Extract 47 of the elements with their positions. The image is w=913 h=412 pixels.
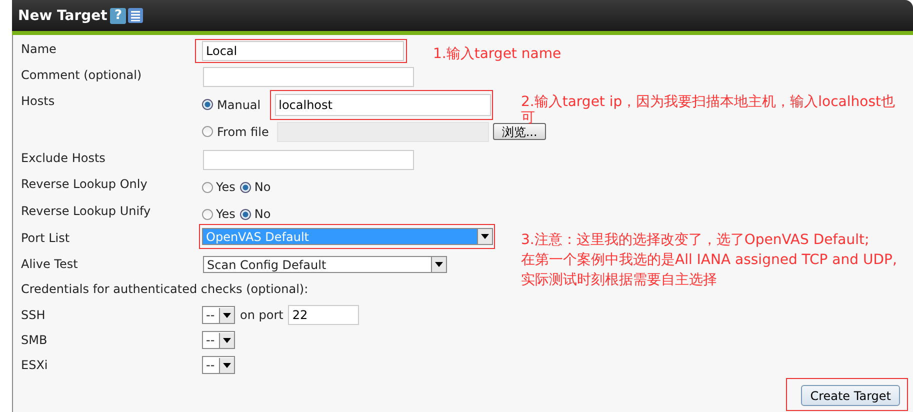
radio-button[interactable] [202, 126, 213, 137]
field-label: Alive Test [21, 256, 79, 271]
field-label: ESXi [21, 358, 49, 372]
field-label: SMB [21, 333, 48, 347]
caret-icon [223, 312, 231, 318]
list-icon[interactable] [128, 8, 144, 23]
field-label: Reverse Lookup Only [21, 176, 148, 191]
annotation-note: 3.注意：这里我的选择改变了，选了OpenVAS Default; 在第一个案例中我选的是All IANA assigned TCP and UDP, 实际测试时刻根据需要自主选择 [521, 231, 897, 290]
section-label: Credentials for authenticated checks (optional): [21, 281, 308, 296]
annotation-note: 1.输入target name [433, 45, 562, 64]
dropdown[interactable]: -- [202, 306, 235, 324]
dropdown[interactable]: Scan Config Default [203, 256, 447, 273]
field-label: Name [21, 41, 58, 56]
text-field[interactable] [203, 150, 414, 170]
dropdown[interactable]: -- [202, 331, 235, 349]
radio-label: From file [217, 124, 269, 138]
file-field[interactable] [276, 122, 489, 142]
field-label: Comment (optional) [21, 67, 143, 82]
radio-button[interactable] [240, 182, 252, 192]
radio-label: No [254, 180, 271, 194]
radio-button[interactable] [202, 99, 213, 110]
field-label: Reverse Lookup Unify [21, 203, 152, 218]
radio-button[interactable] [202, 208, 213, 220]
browse-button[interactable]: 浏览... [492, 123, 546, 140]
field-label: Port List [21, 230, 71, 245]
field-label: Exclude Hosts [21, 150, 106, 165]
caret-icon [223, 338, 231, 342]
hosts-field[interactable]: localhost [274, 94, 491, 116]
field-label: Hosts [21, 93, 56, 108]
caret-icon [223, 362, 231, 368]
radio-button[interactable] [240, 208, 252, 220]
create-target-button[interactable]: Create Target [801, 385, 900, 406]
dropdown[interactable]: -- [202, 356, 235, 374]
caret-icon [435, 262, 443, 267]
annotation-note: 2.输入target ip，因为我要扫描本地主机，输入localhost也 可 [521, 94, 895, 126]
radio-button[interactable] [202, 182, 213, 192]
port-field[interactable]: 22 [288, 305, 360, 325]
text-field[interactable] [203, 67, 414, 87]
radio-label: Yes [216, 180, 236, 194]
field-label: SSH [21, 308, 46, 322]
text-field[interactable]: Local [202, 41, 404, 61]
radio-label: No [254, 207, 271, 221]
caret-icon [481, 234, 489, 239]
radio-label: Yes [216, 207, 236, 221]
port-label: on port [240, 308, 284, 322]
radio-label: Manual [217, 98, 261, 112]
window-title: New Target [18, 8, 108, 24]
